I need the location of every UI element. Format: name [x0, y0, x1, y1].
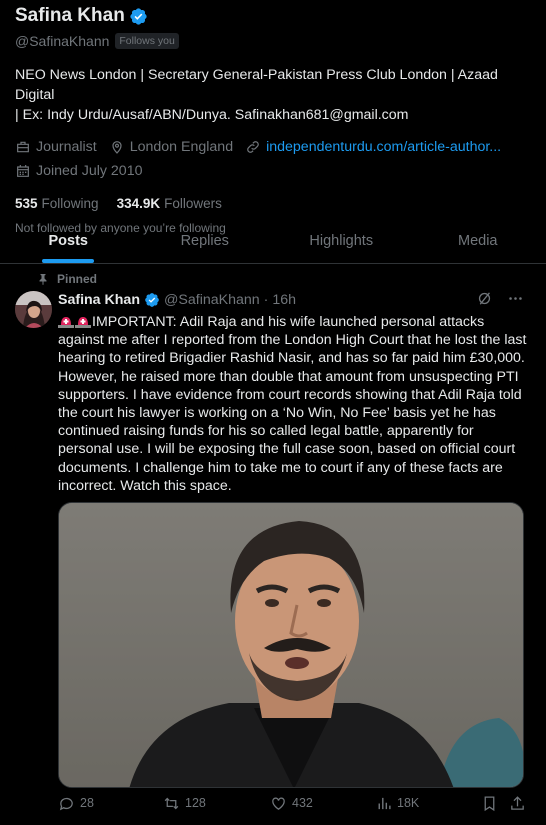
- pinned-label: Pinned: [57, 272, 98, 286]
- joined-label: Joined July 2010: [36, 163, 143, 179]
- tab-media[interactable]: Media: [410, 218, 546, 263]
- siren-emoji-icon: [75, 314, 91, 328]
- share-icon: [511, 795, 524, 810]
- views-icon: [378, 797, 391, 809]
- post-text-body: me after I reported from the London High…: [58, 332, 527, 494]
- more-icon[interactable]: [507, 290, 524, 307]
- followers-label: Followers: [164, 195, 222, 211]
- post-text: IMPORTANT: Adil Raja and his wife launch…: [58, 313, 528, 495]
- following-count: 535: [15, 195, 38, 211]
- profile-tabs: Posts Replies Highlights Media: [0, 218, 546, 264]
- website-link[interactable]: independenturdu.com/article-author...: [266, 139, 501, 155]
- separator-dot: ·: [263, 292, 269, 308]
- avatar[interactable]: [15, 291, 52, 328]
- profession-item: Journalist: [15, 139, 97, 155]
- location-item: London England: [109, 139, 233, 155]
- reply-button[interactable]: 28: [58, 795, 94, 812]
- location-label: London England: [129, 139, 234, 155]
- profession-label: Journalist: [36, 139, 97, 155]
- location-pin-icon: [112, 141, 122, 154]
- followers-link[interactable]: 334.9K Followers: [117, 196, 222, 211]
- profile-header: Safina Khan @SafinaKhann Follows you NEO…: [0, 0, 546, 237]
- website-item[interactable]: independenturdu.com/article-author...: [245, 139, 501, 155]
- tab-replies[interactable]: Replies: [137, 218, 274, 263]
- follow-stats: 535 Following 334.9K Followers: [15, 194, 531, 212]
- pinned-indicator: Pinned: [37, 272, 97, 286]
- like-count: 432: [292, 796, 313, 810]
- profile-handle-row: @SafinaKhann Follows you: [15, 32, 531, 50]
- briefcase-icon: [17, 141, 29, 153]
- tab-highlights[interactable]: Highlights: [273, 218, 410, 263]
- verified-badge-icon[interactable]: [129, 7, 148, 26]
- profile-handle: @SafinaKhann: [15, 33, 110, 49]
- tab-posts[interactable]: Posts: [0, 218, 137, 263]
- share-button[interactable]: [509, 795, 526, 812]
- followers-count: 334.9K: [116, 195, 161, 211]
- following-label: Following: [41, 195, 99, 211]
- post-media-image[interactable]: [58, 502, 524, 788]
- like-button[interactable]: 432: [270, 795, 313, 812]
- link-icon: [247, 141, 259, 153]
- profile-display-name: Safina Khan: [15, 5, 125, 26]
- bookmark-button[interactable]: [481, 795, 498, 812]
- post-top-actions: [476, 290, 524, 307]
- reply-icon: [59, 797, 73, 810]
- calendar-icon: [17, 165, 29, 177]
- post-body: Safina Khan @SafinaKhann · 16h IMPORTANT…: [58, 290, 528, 495]
- like-icon: [272, 797, 285, 810]
- joined-item: Joined July 2010: [15, 163, 142, 179]
- grok-icon[interactable]: [476, 290, 493, 307]
- profile-bio: NEO News London | Secretary General-Paki…: [15, 65, 531, 125]
- repost-icon: [164, 797, 179, 809]
- bio-line-1: NEO News London | Secretary General-Paki…: [15, 67, 498, 103]
- profile-joined-row: Joined July 2010: [15, 161, 531, 181]
- following-link[interactable]: 535 Following: [15, 196, 99, 211]
- post-author-name[interactable]: Safina Khan: [58, 292, 140, 308]
- follows-you-badge: Follows you: [115, 33, 179, 49]
- pin-icon: [39, 274, 47, 285]
- repost-button[interactable]: 128: [163, 795, 206, 812]
- bookmark-icon: [484, 795, 495, 811]
- verified-badge-icon[interactable]: [144, 292, 160, 308]
- post-header: Safina Khan @SafinaKhann · 16h: [58, 290, 528, 310]
- post-author-handle[interactable]: @SafinaKhann: [164, 292, 260, 308]
- repost-count: 128: [185, 796, 206, 810]
- post-action-bar: 28 128 432 18K: [58, 793, 528, 813]
- profile-meta-row: Journalist London England independenturd…: [15, 137, 531, 157]
- reply-count: 28: [80, 796, 94, 810]
- views-button[interactable]: 18K: [375, 795, 419, 812]
- views-count: 18K: [397, 796, 420, 810]
- bio-line-2[interactable]: | Ex: Indy Urdu/Ausaf/ABN/Dunya. Safinak…: [15, 105, 531, 125]
- profile-name-row: Safina Khan: [15, 4, 531, 28]
- siren-emoji-icon: [58, 314, 74, 328]
- pinned-post[interactable]: Pinned Safina Khan @SafinaKhann · 16h IM…: [0, 265, 546, 825]
- post-timestamp[interactable]: 16h: [272, 292, 296, 308]
